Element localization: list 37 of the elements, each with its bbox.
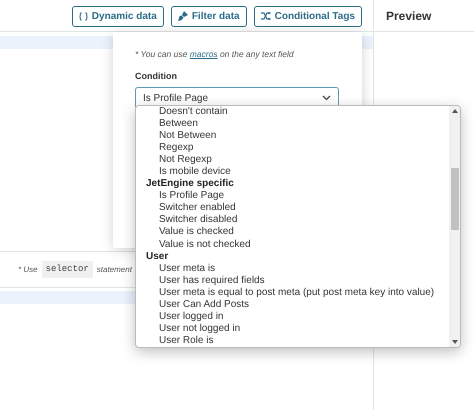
dropdown-option[interactable]: Not Between — [136, 130, 449, 142]
option-group-label: JetEngine specific — [145, 178, 235, 190]
toolbar-button[interactable]: Conditional Tags — [254, 6, 362, 26]
scrollbar-thumb[interactable] — [450, 168, 458, 230]
chevron-down-icon — [322, 95, 331, 102]
code-snippet: selector — [42, 260, 93, 278]
dropdown-option[interactable]: User Role is — [136, 334, 449, 347]
toolbar-button[interactable]: Filter data — [170, 6, 247, 26]
scrollbar[interactable] — [449, 106, 460, 347]
shuffle-icon — [260, 12, 271, 20]
scroll-down-icon[interactable] — [452, 340, 458, 344]
dropdown-option[interactable]: Value is checked — [136, 226, 449, 239]
dropdown-option[interactable]: Between — [136, 118, 449, 130]
braces-icon — [78, 12, 88, 20]
option-group-label: User — [145, 250, 170, 263]
condition-label: Condition — [135, 70, 178, 83]
dropdown-option[interactable]: User meta is equal to post meta (put post meta key into value) — [136, 286, 449, 299]
preview-title: Preview — [386, 8, 432, 24]
dropdown-option[interactable]: Switcher enabled — [136, 202, 449, 214]
dropdown-option[interactable]: Not Regexp — [136, 154, 449, 166]
scroll-up-icon[interactable] — [452, 109, 458, 113]
hint-text: statement — [96, 264, 132, 276]
dropdown-option[interactable]: User meta is — [136, 262, 449, 275]
dropdown-option[interactable]: User logged in — [136, 310, 449, 323]
dropdown-option[interactable]: User has required fields — [136, 274, 449, 287]
macros-note: * You can use macros on the any text field — [135, 48, 295, 61]
dropdown-option[interactable]: Switcher disabled — [136, 214, 449, 226]
hint-text: * Use — [18, 264, 38, 276]
dropdown-option[interactable]: User not logged in — [136, 322, 449, 335]
dropdown-option[interactable]: Is mobile device — [136, 166, 449, 178]
dropdown-option[interactable]: Regexp — [136, 142, 449, 154]
dropdown-option[interactable]: User Can Add Posts — [136, 298, 449, 311]
dropdown-option[interactable]: Value is not checked — [136, 238, 449, 251]
toolbar-button[interactable]: Dynamic data — [72, 6, 164, 26]
macros-link[interactable]: macros — [190, 49, 218, 59]
brush-icon — [178, 11, 188, 21]
dropdown-option[interactable]: Is Profile Page — [136, 190, 449, 202]
